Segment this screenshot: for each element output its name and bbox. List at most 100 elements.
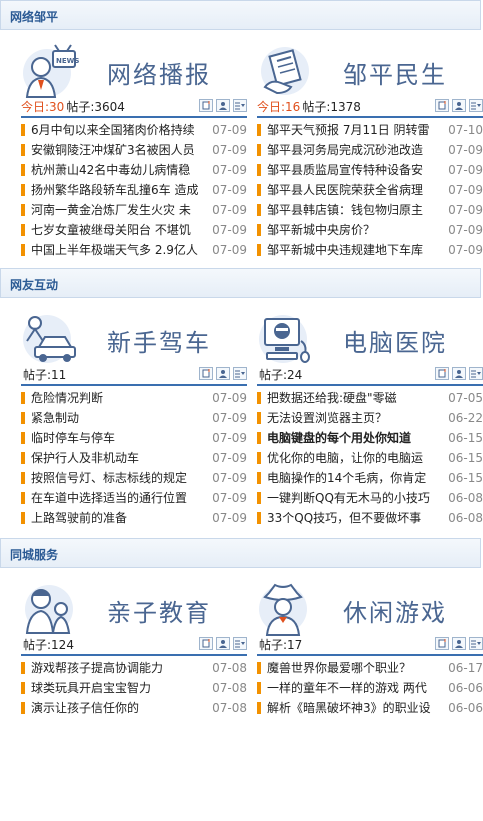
thread-title[interactable]: 把数据还给我:硬盘"零磁 bbox=[267, 388, 442, 408]
new-post-icon[interactable] bbox=[435, 99, 449, 112]
thread-item[interactable]: 邹平新城中央房价？ 07-09 bbox=[257, 220, 483, 240]
newspaper-hand-icon[interactable] bbox=[257, 43, 319, 99]
driver-car-icon[interactable] bbox=[21, 311, 83, 367]
new-post-icon[interactable] bbox=[199, 367, 213, 380]
user-icon[interactable] bbox=[216, 637, 230, 650]
mother-child-icon[interactable] bbox=[21, 581, 83, 637]
thread-item[interactable]: 邹平新城中央违规建地下车库 07-09 bbox=[257, 240, 483, 260]
thread-item[interactable]: 电脑操作的14个毛病，你肯定 06-15 bbox=[257, 468, 483, 488]
thread-item[interactable]: 安徽铜陵汪冲煤矿3名被困人员 07-09 bbox=[21, 140, 247, 160]
thread-title[interactable]: 优化你的电脑，让你的电脑运 bbox=[267, 448, 442, 468]
thread-item[interactable]: 河南一黄金冶炼厂发生火灾 未 07-09 bbox=[21, 200, 247, 220]
thread-title[interactable]: 紧急制动 bbox=[31, 408, 206, 428]
thread-item[interactable]: 扬州繁华路段轿车乱撞6车 造成 07-09 bbox=[21, 180, 247, 200]
thread-title[interactable]: 中国上半年极端天气多 2.9亿人 bbox=[31, 240, 206, 260]
thread-item[interactable]: 电脑键盘的每个用处你知道 06-15 bbox=[257, 428, 483, 448]
thread-item[interactable]: 临时停车与停车 07-09 bbox=[21, 428, 247, 448]
thread-item[interactable]: 解析《暗黑破坏神3》的职业设 06-06 bbox=[257, 698, 483, 718]
thread-title[interactable]: 保护行人及非机动车 bbox=[31, 448, 206, 468]
thread-title[interactable]: 演示让孩子信任你的 bbox=[31, 698, 206, 718]
thread-title[interactable]: 游戏帮孩子提高协调能力 bbox=[31, 658, 206, 678]
thread-title[interactable]: 扬州繁华路段轿车乱撞6车 造成 bbox=[31, 180, 206, 200]
thread-title[interactable]: 邹平县人民医院荣获全省病理 bbox=[267, 180, 442, 200]
thread-title[interactable]: 按照信号灯、标志标线的规定 bbox=[31, 468, 206, 488]
thread-item[interactable]: 保护行人及非机动车 07-09 bbox=[21, 448, 247, 468]
list-dropdown-icon[interactable] bbox=[233, 367, 247, 380]
list-dropdown-icon[interactable] bbox=[233, 637, 247, 650]
thread-title[interactable]: 邹平县河务局完成沉砂池改造 bbox=[267, 140, 442, 160]
thread-title[interactable]: 球类玩具开启宝宝智力 bbox=[31, 678, 206, 698]
thread-title[interactable]: 邹平新城中央房价？ bbox=[267, 220, 442, 240]
thread-item[interactable]: 中国上半年极端天气多 2.9亿人 07-09 bbox=[21, 240, 247, 260]
news-reporter-icon[interactable]: NEWS bbox=[21, 43, 83, 99]
thread-item[interactable]: 优化你的电脑，让你的电脑运 06-15 bbox=[257, 448, 483, 468]
forum-title[interactable]: 休闲游戏 bbox=[343, 593, 447, 628]
thread-title[interactable]: 邹平天气预报 7月11日 阴转雷 bbox=[267, 120, 442, 140]
user-icon[interactable] bbox=[452, 637, 466, 650]
thread-item[interactable]: 球类玩具开启宝宝智力 07-08 bbox=[21, 678, 247, 698]
thread-title[interactable]: 一键判断QQ有无木马的小技巧 bbox=[267, 488, 442, 508]
thread-item[interactable]: 邹平县韩店镇：钱包物归原主 07-09 bbox=[257, 200, 483, 220]
forum-title[interactable]: 网络播报 bbox=[107, 55, 211, 90]
user-icon[interactable] bbox=[216, 367, 230, 380]
thread-item[interactable]: 上路驾驶前的准备 07-09 bbox=[21, 508, 247, 528]
computer-doctor-icon[interactable] bbox=[257, 311, 319, 367]
user-icon[interactable] bbox=[216, 99, 230, 112]
thread-title[interactable]: 电脑键盘的每个用处你知道 bbox=[267, 428, 442, 448]
thread-item[interactable]: 6月中旬以来全国猪肉价格持续 07-09 bbox=[21, 120, 247, 140]
thread-title[interactable]: 无法设置浏览器主页？ bbox=[267, 408, 442, 428]
thread-title[interactable]: 邹平县质监局宣传特种设备安 bbox=[267, 160, 442, 180]
thread-title[interactable]: 安徽铜陵汪冲煤矿3名被困人员 bbox=[31, 140, 206, 160]
thread-item[interactable]: 演示让孩子信任你的 07-08 bbox=[21, 698, 247, 718]
forum-title[interactable]: 亲子教育 bbox=[107, 593, 211, 628]
thread-title[interactable]: 危险情况判断 bbox=[31, 388, 206, 408]
forum-title[interactable]: 新手驾车 bbox=[107, 323, 211, 358]
thread-title[interactable]: 解析《暗黑破坏神3》的职业设 bbox=[267, 698, 442, 718]
thread-title[interactable]: 上路驾驶前的准备 bbox=[31, 508, 206, 528]
section-title[interactable]: 网友互动 bbox=[10, 276, 58, 293]
thread-item[interactable]: 33个QQ技巧，但不要做坏事 06-08 bbox=[257, 508, 483, 528]
thread-item[interactable]: 杭州萧山42名中毒幼儿病情稳 07-09 bbox=[21, 160, 247, 180]
thread-title[interactable]: 在车道中选择适当的通行位置 bbox=[31, 488, 206, 508]
thread-item[interactable]: 危险情况判断 07-09 bbox=[21, 388, 247, 408]
thread-item[interactable]: 邹平县质监局宣传特种设备安 07-09 bbox=[257, 160, 483, 180]
thread-item[interactable]: 邹平县河务局完成沉砂池改造 07-09 bbox=[257, 140, 483, 160]
thread-item[interactable]: 把数据还给我:硬盘"零磁 07-05 bbox=[257, 388, 483, 408]
thread-title[interactable]: 临时停车与停车 bbox=[31, 428, 206, 448]
thread-title[interactable]: 33个QQ技巧，但不要做坏事 bbox=[267, 508, 442, 528]
thread-item[interactable]: 魔兽世界你最爱哪个职业？ 06-17 bbox=[257, 658, 483, 678]
thread-item[interactable]: 七岁女童被继母关阳台 不堪饥 07-09 bbox=[21, 220, 247, 240]
new-post-icon[interactable] bbox=[435, 367, 449, 380]
thread-item[interactable]: 一样的童年不一样的游戏 两代 06-06 bbox=[257, 678, 483, 698]
new-post-icon[interactable] bbox=[435, 637, 449, 650]
list-dropdown-icon[interactable] bbox=[469, 99, 483, 112]
thread-title[interactable]: 魔兽世界你最爱哪个职业？ bbox=[267, 658, 442, 678]
thread-title[interactable]: 邹平县韩店镇：钱包物归原主 bbox=[267, 200, 442, 220]
thread-title[interactable]: 七岁女童被继母关阳台 不堪饥 bbox=[31, 220, 206, 240]
thread-item[interactable]: 一键判断QQ有无木马的小技巧 06-08 bbox=[257, 488, 483, 508]
forum-title[interactable]: 邹平民生 bbox=[343, 55, 447, 90]
thread-title[interactable]: 杭州萧山42名中毒幼儿病情稳 bbox=[31, 160, 206, 180]
new-post-icon[interactable] bbox=[199, 637, 213, 650]
thread-title[interactable]: 邹平新城中央违规建地下车库 bbox=[267, 240, 442, 260]
section-title[interactable]: 同城服务 bbox=[10, 546, 58, 563]
list-dropdown-icon[interactable] bbox=[469, 637, 483, 650]
thread-title[interactable]: 河南一黄金冶炼厂发生火灾 未 bbox=[31, 200, 206, 220]
section-title[interactable]: 网络邹平 bbox=[10, 8, 58, 25]
list-dropdown-icon[interactable] bbox=[233, 99, 247, 112]
thread-item[interactable]: 紧急制动 07-09 bbox=[21, 408, 247, 428]
forum-title[interactable]: 电脑医院 bbox=[343, 323, 447, 358]
user-icon[interactable] bbox=[452, 99, 466, 112]
thread-item[interactable]: 邹平天气预报 7月11日 阴转雷 07-10 bbox=[257, 120, 483, 140]
thread-item[interactable]: 按照信号灯、标志标线的规定 07-09 bbox=[21, 468, 247, 488]
thread-title[interactable]: 一样的童年不一样的游戏 两代 bbox=[267, 678, 442, 698]
list-dropdown-icon[interactable] bbox=[469, 367, 483, 380]
thread-item[interactable]: 邹平县人民医院荣获全省病理 07-09 bbox=[257, 180, 483, 200]
thread-item[interactable]: 无法设置浏览器主页？ 06-22 bbox=[257, 408, 483, 428]
new-post-icon[interactable] bbox=[199, 99, 213, 112]
thread-title[interactable]: 6月中旬以来全国猪肉价格持续 bbox=[31, 120, 206, 140]
cowboy-icon[interactable] bbox=[257, 581, 319, 637]
user-icon[interactable] bbox=[452, 367, 466, 380]
thread-item[interactable]: 在车道中选择适当的通行位置 07-09 bbox=[21, 488, 247, 508]
thread-title[interactable]: 电脑操作的14个毛病，你肯定 bbox=[267, 468, 442, 488]
